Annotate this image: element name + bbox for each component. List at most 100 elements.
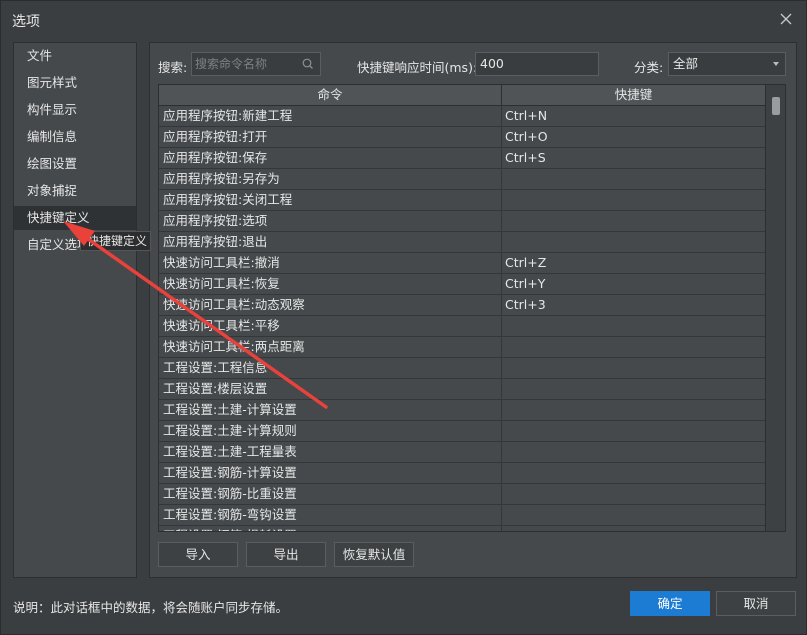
command-cell: 快速访问工具栏:动态观察 <box>159 295 502 315</box>
chevron-down-icon <box>773 62 779 66</box>
shortcut-cell[interactable] <box>502 421 765 441</box>
column-header-shortcut[interactable]: 快捷键 <box>502 85 765 105</box>
shortcut-cell[interactable] <box>502 463 765 483</box>
search-icon[interactable] <box>301 57 315 71</box>
table-header: 命令 快捷键 <box>159 85 765 106</box>
export-button[interactable]: 导出 <box>246 542 326 567</box>
sidebar-item-compile-info[interactable]: 编制信息 <box>14 125 136 149</box>
response-time-input[interactable]: 400 <box>475 52 599 76</box>
table-row[interactable]: 应用程序按钮:保存 Ctrl+S <box>159 148 765 169</box>
shortcut-table: 命令 快捷键 应用程序按钮:新建工程 Ctrl+N 应用程序按钮:打开 Ctrl+O 应… <box>158 84 786 532</box>
command-cell: 工程设置:土建-计算规则 <box>159 421 502 441</box>
shortcut-cell[interactable]: Ctrl+N <box>502 106 765 126</box>
shortcut-cell[interactable] <box>502 358 765 378</box>
shortcut-cell[interactable] <box>502 400 765 420</box>
shortcut-cell[interactable] <box>502 505 765 525</box>
table-body: 应用程序按钮:新建工程 Ctrl+N 应用程序按钮:打开 Ctrl+O 应用程序按钮:保… <box>159 106 765 531</box>
cancel-button[interactable]: 取消 <box>716 591 796 616</box>
response-time-label: 快捷键响应时间(ms): <box>357 60 478 75</box>
close-button[interactable] <box>776 9 796 29</box>
category-label: 分类: <box>634 60 664 75</box>
command-cell: 应用程序按钮:新建工程 <box>159 106 502 126</box>
ok-button[interactable]: 确定 <box>630 591 710 616</box>
command-cell: 快速访问工具栏:两点距离 <box>159 337 502 357</box>
command-cell: 快速访问工具栏:撤消 <box>159 253 502 273</box>
shortcut-cell[interactable]: Ctrl+S <box>502 148 765 168</box>
reset-defaults-button[interactable]: 恢复默认值 <box>334 542 414 567</box>
options-dialog: 选项 文件 图元样式 构件显示 编制信息 绘图设置 对象捕捉 快捷键定义 自定义… <box>0 0 807 635</box>
table-row[interactable]: 工程设置:楼层设置 <box>159 379 765 400</box>
sidebar-item-element-style[interactable]: 图元样式 <box>14 71 136 95</box>
table-row[interactable]: 应用程序按钮:新建工程 Ctrl+N <box>159 106 765 127</box>
command-cell: 工程设置:钢筋-弯钩设置 <box>159 505 502 525</box>
shortcut-cell[interactable] <box>502 232 765 252</box>
command-cell: 工程设置:土建-工程量表 <box>159 442 502 462</box>
command-cell: 应用程序按钮:退出 <box>159 232 502 252</box>
table-row[interactable]: 快速访问工具栏:平移 <box>159 316 765 337</box>
search-label: 搜索: <box>158 60 188 75</box>
shortcut-cell[interactable] <box>502 190 765 210</box>
command-cell: 工程设置:土建-计算设置 <box>159 400 502 420</box>
table-row[interactable]: 快速访问工具栏:恢复 Ctrl+Y <box>159 274 765 295</box>
shortcut-cell[interactable] <box>502 526 765 531</box>
table-row[interactable]: 工程设置:钢筋-计算设置 <box>159 463 765 484</box>
shortcut-cell[interactable] <box>502 211 765 231</box>
table-row[interactable]: 快速访问工具栏:两点距离 <box>159 337 765 358</box>
table-row[interactable]: 快速访问工具栏:动态观察 Ctrl+3 <box>159 295 765 316</box>
table-row[interactable]: 工程设置:钢筋-比重设置 <box>159 484 765 505</box>
shortcut-cell[interactable] <box>502 169 765 189</box>
table-row[interactable]: 工程设置:工程信息 <box>159 358 765 379</box>
command-cell: 工程设置:工程信息 <box>159 358 502 378</box>
command-cell: 应用程序按钮:另存为 <box>159 169 502 189</box>
table-row[interactable]: 快速访问工具栏:撤消 Ctrl+Z <box>159 253 765 274</box>
category-value: 全部 <box>673 56 699 71</box>
table-row[interactable]: 工程设置:土建-计算设置 <box>159 400 765 421</box>
search-field[interactable] <box>191 52 321 76</box>
column-header-command[interactable]: 命令 <box>159 85 502 105</box>
category-select[interactable]: 全部 <box>668 52 786 76</box>
shortcut-cell[interactable] <box>502 442 765 462</box>
shortcut-cell[interactable] <box>502 484 765 504</box>
table-row[interactable]: 工程设置:土建-计算规则 <box>159 421 765 442</box>
command-cell: 快速访问工具栏:恢复 <box>159 274 502 294</box>
table-row[interactable]: 应用程序按钮:选项 <box>159 211 765 232</box>
dialog-title: 选项 <box>12 14 40 30</box>
command-cell: 工程设置:钢筋-比重设置 <box>159 484 502 504</box>
shortcut-cell[interactable]: Ctrl+O <box>502 127 765 147</box>
shortcut-cell[interactable]: Ctrl+3 <box>502 295 765 315</box>
sidebar-item-component-display[interactable]: 构件显示 <box>14 98 136 122</box>
command-cell: 应用程序按钮:打开 <box>159 127 502 147</box>
table-row[interactable]: 工程设置:钢筋-弯钩设置 <box>159 505 765 526</box>
shortcut-cell[interactable] <box>502 379 765 399</box>
command-cell: 工程设置:钢筋-损耗设置 <box>159 526 502 531</box>
shortcut-cell[interactable]: Ctrl+Y <box>502 274 765 294</box>
shortcut-cell[interactable]: Ctrl+Z <box>502 253 765 273</box>
sidebar-item-shortcut-definition[interactable]: 快捷键定义 <box>14 206 136 230</box>
sidebar: 文件 图元样式 构件显示 编制信息 绘图设置 对象捕捉 快捷键定义 自定义选项 <box>13 42 137 578</box>
tooltip: 快捷键定义 <box>80 231 151 251</box>
sidebar-item-file[interactable]: 文件 <box>14 44 136 68</box>
shortcut-cell[interactable] <box>502 337 765 357</box>
command-cell: 应用程序按钮:保存 <box>159 148 502 168</box>
command-cell: 应用程序按钮:选项 <box>159 211 502 231</box>
command-cell: 快速访问工具栏:平移 <box>159 316 502 336</box>
table-row[interactable]: 应用程序按钮:另存为 <box>159 169 765 190</box>
footer-note: 说明：此对话框中的数据，将会随账户同步存储。 <box>13 600 289 615</box>
close-icon <box>780 13 792 25</box>
table-row[interactable]: 工程设置:钢筋-损耗设置 <box>159 526 765 531</box>
table-row[interactable]: 工程设置:土建-工程量表 <box>159 442 765 463</box>
shortcut-cell[interactable] <box>502 316 765 336</box>
search-input[interactable] <box>192 53 298 75</box>
import-button[interactable]: 导入 <box>158 542 238 567</box>
scrollbar-thumb[interactable] <box>772 97 780 115</box>
command-cell: 工程设置:钢筋-计算设置 <box>159 463 502 483</box>
table-row[interactable]: 应用程序按钮:打开 Ctrl+O <box>159 127 765 148</box>
sidebar-item-drawing-settings[interactable]: 绘图设置 <box>14 152 136 176</box>
command-cell: 应用程序按钮:关闭工程 <box>159 190 502 210</box>
titlebar: 选项 <box>1 1 806 39</box>
command-cell: 工程设置:楼层设置 <box>159 379 502 399</box>
table-row[interactable]: 应用程序按钮:退出 <box>159 232 765 253</box>
sidebar-item-object-snap[interactable]: 对象捕捉 <box>14 179 136 203</box>
table-row[interactable]: 应用程序按钮:关闭工程 <box>159 190 765 211</box>
vertical-scrollbar[interactable] <box>765 85 785 531</box>
